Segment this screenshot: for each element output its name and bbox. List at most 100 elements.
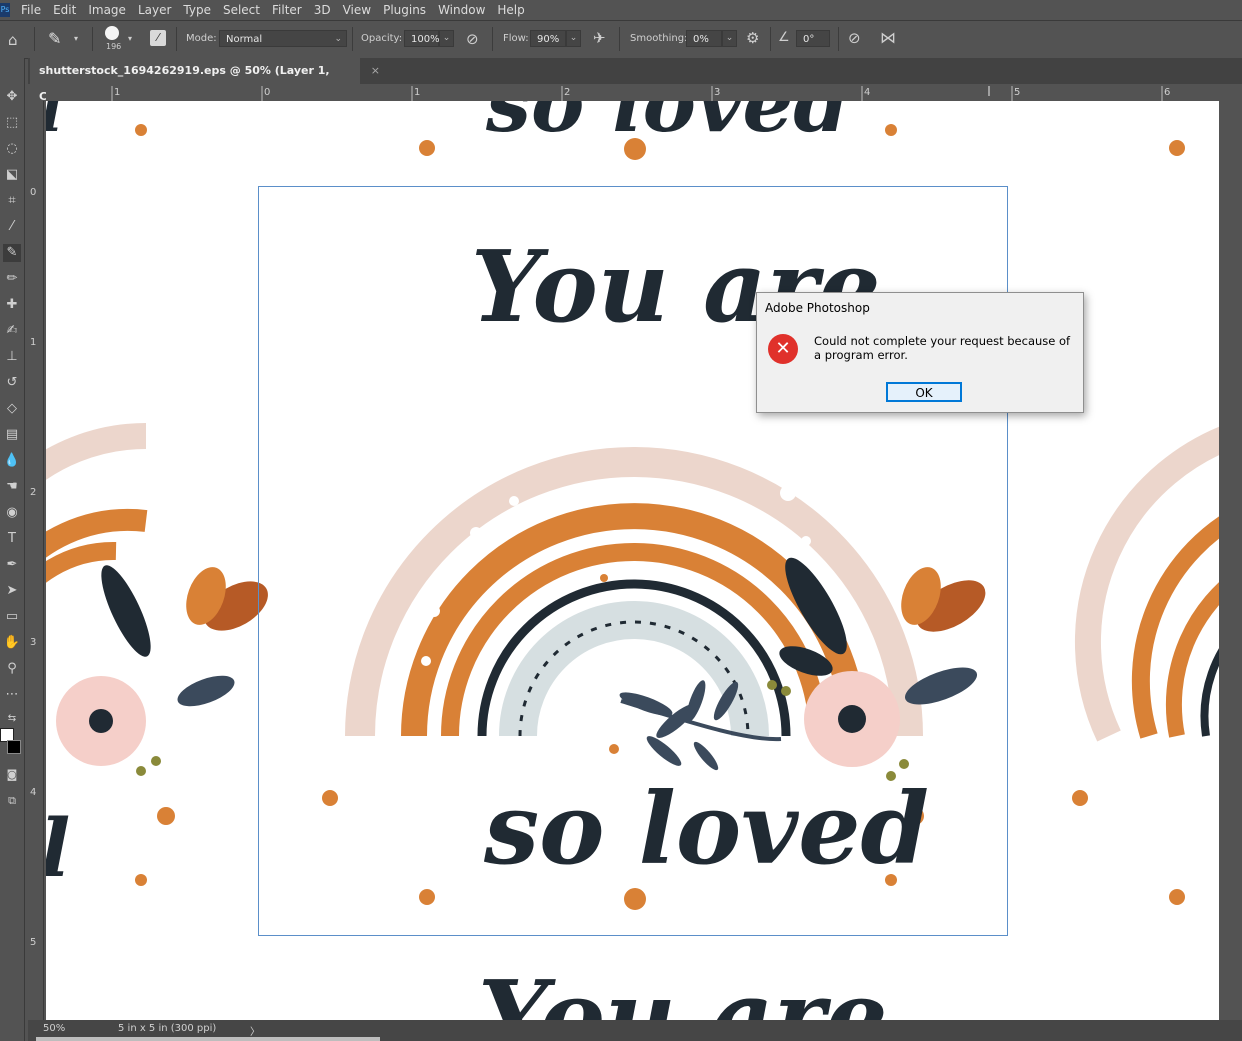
pressure-size-icon[interactable]: ⊘ xyxy=(848,29,861,47)
path-selection-tool-icon[interactable]: ➤ xyxy=(3,582,21,600)
ruler-label: 0 xyxy=(30,187,37,198)
zoom-level[interactable]: 50% xyxy=(43,1023,65,1034)
opacity-dropdown[interactable]: ⌄ xyxy=(439,30,454,47)
object-selection-tool-icon[interactable]: ⬕ xyxy=(3,166,21,184)
divider xyxy=(92,27,93,51)
marquee-tool-icon[interactable]: ⬚ xyxy=(3,114,21,132)
smoothing-input[interactable]: 0% xyxy=(686,30,722,47)
smoothing-value: 0% xyxy=(693,34,709,45)
options-bar: ⌂ ✎ ▾ 196 ▾ ⁄ Mode: Normal ⌄ Opacity: 10… xyxy=(0,20,1242,59)
zoom-tool-icon[interactable]: ⚲ xyxy=(3,660,21,678)
mode-label: Mode: xyxy=(186,33,217,44)
pressure-opacity-icon[interactable]: ⊘ xyxy=(466,30,479,48)
flow-label: Flow: xyxy=(503,33,529,44)
dodge-tool-icon[interactable]: ◉ xyxy=(3,504,21,522)
gradient-tool-icon[interactable]: ▤ xyxy=(3,426,21,444)
ruler-label: 1 xyxy=(414,87,421,98)
status-menu-arrow-icon[interactable]: 〉 xyxy=(250,1023,260,1038)
ruler-label: 1 xyxy=(30,337,37,348)
menu-layer[interactable]: Layer xyxy=(138,3,171,17)
document-info: 5 in x 5 in (300 ppi) xyxy=(118,1023,217,1034)
brush-settings-icon[interactable]: ⁄ xyxy=(150,30,166,46)
menu-window[interactable]: Window xyxy=(438,3,485,17)
clone-stamp-tool-icon[interactable]: ⊥ xyxy=(3,348,21,366)
background-color-swatch[interactable] xyxy=(7,740,21,754)
brush-tool-icon[interactable]: ✎ xyxy=(3,244,21,262)
rainbow-partial-right xyxy=(1074,426,1219,742)
document-tab[interactable]: shutterstock_1694262919.eps @ 50% (Layer… xyxy=(30,58,380,103)
artwork-text-partial-left: l xyxy=(46,101,63,146)
document-tab-bar: shutterstock_1694262919.eps @ 50% (Layer… xyxy=(28,58,1242,103)
vertical-ruler: 0 1 2 3 4 5 xyxy=(28,101,44,1020)
screen-mode-icon[interactable]: ⧉ xyxy=(3,792,21,810)
artwork-text-partial-bottom: You are xyxy=(478,960,888,1020)
divider xyxy=(352,27,353,51)
menu-edit[interactable]: Edit xyxy=(53,3,76,17)
menu-filter[interactable]: Filter xyxy=(272,3,302,17)
artwork-text-partial-top: so loved xyxy=(485,101,849,150)
lasso-tool-icon[interactable]: ◌ xyxy=(3,140,21,158)
horizontal-scrollbar[interactable] xyxy=(36,1037,380,1041)
menu-3d[interactable]: 3D xyxy=(314,3,331,17)
type-tool-icon[interactable]: T xyxy=(3,530,21,548)
airbrush-icon[interactable]: ✈ xyxy=(593,29,606,47)
ruler-label: 6 xyxy=(1164,87,1171,98)
ok-button[interactable]: OK xyxy=(886,382,962,402)
tools-panel: ✥ ⬚ ◌ ⬕ ⌗ ⁄ ✎ ✏ ✚ ✍ ⊥ ↺ ◇ ▤ 💧 ☚ ◉ T ✒ ➤ … xyxy=(0,58,25,1041)
smudge-tool-icon[interactable]: ☚ xyxy=(3,478,21,496)
document-canvas[interactable]: so loved l l xyxy=(46,101,1219,1020)
divider xyxy=(619,27,620,51)
gear-icon[interactable]: ⚙ xyxy=(746,29,759,47)
quick-mask-icon[interactable]: ◙ xyxy=(3,766,21,784)
angle-value: 0° xyxy=(803,34,815,45)
more-tools-icon[interactable]: ⋯ xyxy=(3,686,21,704)
crop-tool-icon[interactable]: ⌗ xyxy=(3,192,21,210)
flower-bouquet-left xyxy=(56,565,268,776)
menu-file[interactable]: File xyxy=(21,3,41,17)
smoothing-dropdown[interactable]: ⌄ xyxy=(722,30,737,47)
mode-select[interactable]: Normal ⌄ xyxy=(219,30,347,47)
eyedropper-tool-icon[interactable]: ⁄ xyxy=(3,218,21,236)
error-dialog: Adobe Photoshop ✕ Could not complete you… xyxy=(756,292,1084,413)
close-tab-icon[interactable]: × xyxy=(371,58,380,84)
flow-input[interactable]: 90% xyxy=(530,30,566,47)
menu-view[interactable]: View xyxy=(343,3,371,17)
opacity-label: Opacity: xyxy=(361,33,403,44)
menu-select[interactable]: Select xyxy=(223,3,260,17)
menu-plugins[interactable]: Plugins xyxy=(383,3,426,17)
ruler-label: 0 xyxy=(264,87,271,98)
pencil-tool-icon[interactable]: ✏ xyxy=(3,270,21,288)
rectangle-tool-icon[interactable]: ▭ xyxy=(3,608,21,626)
ruler-label: 1 xyxy=(114,87,121,98)
symmetry-butterfly-icon[interactable]: ⋈ xyxy=(880,28,896,47)
healing-brush-tool-icon[interactable]: ✚ xyxy=(3,296,21,314)
move-tool-icon[interactable]: ✥ xyxy=(3,88,21,106)
flow-dropdown[interactable]: ⌄ xyxy=(566,30,581,47)
swap-colors-icon[interactable]: ⇆ xyxy=(3,710,21,728)
brush-preset-icon[interactable] xyxy=(105,26,119,40)
blur-tool-icon[interactable]: 💧 xyxy=(3,452,21,470)
hand-tool-icon[interactable]: ✋ xyxy=(3,634,21,652)
angle-icon: ∠ xyxy=(778,30,790,45)
dialog-message: Could not complete your request because … xyxy=(814,334,1071,362)
pen-tool-icon[interactable]: ✒ xyxy=(3,556,21,574)
brush-size-label: 196 xyxy=(106,42,122,51)
chevron-down-icon[interactable]: ▾ xyxy=(128,34,132,43)
menu-image[interactable]: Image xyxy=(88,3,126,17)
angle-input[interactable]: 0° xyxy=(796,30,830,47)
brush-tool-icon[interactable]: ✎ xyxy=(48,29,61,48)
opacity-input[interactable]: 100% xyxy=(404,30,440,47)
chevron-down-icon: ⌄ xyxy=(334,34,342,44)
ruler-label: 5 xyxy=(1014,87,1021,98)
menu-type[interactable]: Type xyxy=(183,3,211,17)
menu-help[interactable]: Help xyxy=(497,3,524,17)
mixer-brush-tool-icon[interactable]: ✍ xyxy=(3,322,21,340)
home-icon[interactable]: ⌂ xyxy=(8,31,18,49)
ruler-label: 4 xyxy=(864,87,871,98)
history-brush-tool-icon[interactable]: ↺ xyxy=(3,374,21,392)
error-icon: ✕ xyxy=(768,334,798,364)
chevron-down-icon[interactable]: ▾ xyxy=(74,34,78,43)
divider xyxy=(492,27,493,51)
ruler-label: 4 xyxy=(30,787,37,798)
eraser-tool-icon[interactable]: ◇ xyxy=(3,400,21,418)
